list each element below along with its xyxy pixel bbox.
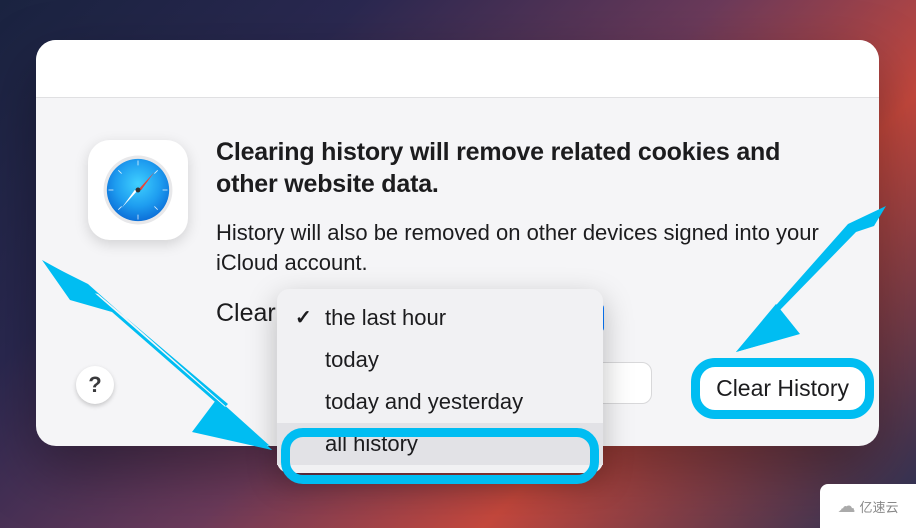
- dialog-titlebar: [36, 40, 879, 98]
- clear-range-dropdown[interactable]: the last hour today today and yesterday …: [277, 289, 603, 473]
- dropdown-option-last-hour[interactable]: the last hour: [277, 297, 603, 339]
- dropdown-option-all-history[interactable]: all history: [277, 423, 603, 465]
- help-button[interactable]: ?: [76, 366, 114, 404]
- dialog-subtext: History will also be removed on other de…: [216, 218, 839, 277]
- watermark-text: 亿速云: [859, 497, 898, 516]
- safari-icon: [88, 140, 188, 240]
- watermark: ☁ 亿速云: [820, 484, 916, 528]
- cloud-icon: ☁: [837, 496, 855, 517]
- dropdown-option-today-yesterday[interactable]: today and yesterday: [277, 381, 603, 423]
- dialog-headline: Clearing history will remove related coo…: [216, 136, 839, 200]
- clear-history-button[interactable]: Clear History: [691, 358, 874, 419]
- dropdown-option-today[interactable]: today: [277, 339, 603, 381]
